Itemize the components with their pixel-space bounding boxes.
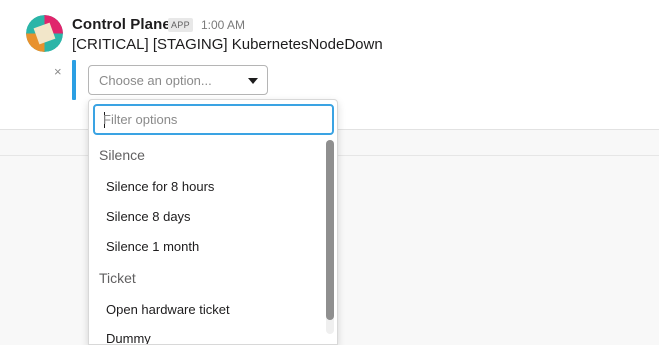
close-icon[interactable]: × — [54, 64, 62, 79]
option-silence-1-month[interactable]: Silence 1 month — [106, 239, 199, 254]
app-badge: APP — [168, 18, 193, 32]
message-timestamp[interactable]: 1:00 AM — [201, 18, 245, 32]
option-silence-8-hours[interactable]: Silence for 8 hours — [106, 179, 214, 194]
group-label-ticket: Ticket — [99, 270, 136, 286]
options-dropdown: Silence Silence for 8 hours Silence 8 da… — [88, 99, 338, 345]
option-open-hardware-ticket[interactable]: Open hardware ticket — [106, 302, 230, 317]
group-label-silence: Silence — [99, 147, 145, 163]
attachment-accent-bar — [72, 60, 76, 100]
message-text: [CRITICAL] [STAGING] KubernetesNodeDown — [72, 36, 383, 53]
sender-name[interactable]: Control Plane — [72, 16, 171, 33]
caret-down-icon — [248, 78, 258, 84]
option-dummy[interactable]: Dummy — [106, 331, 151, 344]
filter-options-input[interactable] — [103, 112, 323, 127]
option-select-button[interactable]: Choose an option... — [88, 65, 268, 95]
option-silence-8-days[interactable]: Silence 8 days — [106, 209, 191, 224]
scrollbar-thumb[interactable] — [326, 140, 334, 320]
filter-field-wrapper[interactable] — [93, 104, 334, 135]
app-avatar-icon[interactable] — [26, 15, 63, 52]
select-placeholder: Choose an option... — [99, 73, 212, 88]
